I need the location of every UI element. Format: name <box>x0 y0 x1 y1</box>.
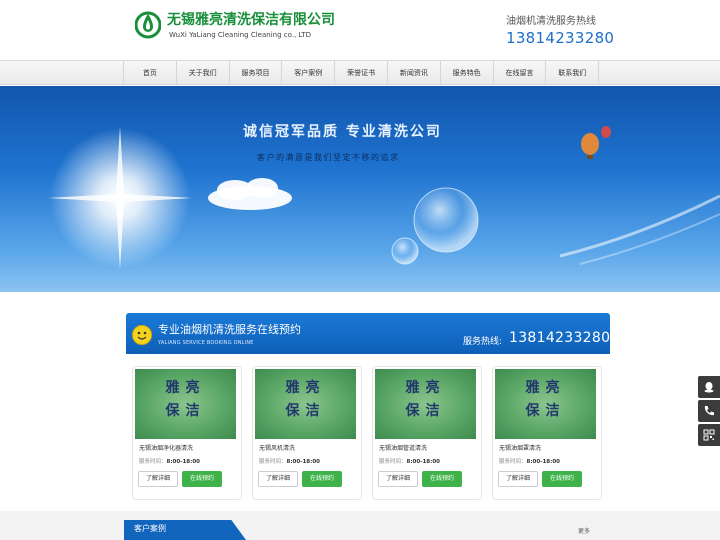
booking-section: 专业油烟机清洗服务在线预约 YALIANG SERVICE BOOKING ON… <box>126 313 610 513</box>
booking-tel-label: 服务热线: <box>463 337 503 347</box>
service-time-value: 8:00-18:00 <box>286 459 320 465</box>
service-time: 服务时间：8:00-18:00 <box>139 457 200 465</box>
book-online-button[interactable]: 在线预约 <box>302 471 342 487</box>
booking-title: 专业油烟机清洗服务在线预约 <box>158 323 301 336</box>
service-card: 雅亮 保洁 无锡油烟管道清洗 服务时间：8:00-18:00 了解详细 在线预约 <box>372 366 482 500</box>
company-name-cn: 无锡雅亮清洗保洁有限公司 <box>167 11 335 28</box>
smiley-icon <box>132 325 152 345</box>
logo[interactable]: 无锡雅亮清洗保洁有限公司 WuXi YaLiang Cleaning Clean… <box>135 10 335 40</box>
details-button[interactable]: 了解详细 <box>138 471 178 487</box>
service-card: 雅亮 保洁 无锡风机清洗 服务时间：8:00-18:00 了解详细 在线预约 <box>252 366 362 500</box>
phone-icon[interactable] <box>698 400 720 422</box>
hotline-number[interactable]: 13814233280 <box>506 29 614 47</box>
card-image-text: 雅亮 <box>165 380 206 396</box>
service-card-list: 雅亮 保洁 无锡油烟净化器清洗 服务时间：8:00-18:00 了解详细 在线预… <box>132 366 604 500</box>
service-time-label: 服务时间： <box>259 459 287 465</box>
service-card-title[interactable]: 无锡油烟净化器清洗 <box>139 443 193 452</box>
logo-drop-icon <box>135 11 161 39</box>
service-time-label: 服务时间： <box>379 459 407 465</box>
service-time-value: 8:00-18:00 <box>406 459 440 465</box>
booking-subtitle-en: YALIANG SERVICE BOOKING ONLINE <box>158 340 254 346</box>
site-header: 无锡雅亮清洗保洁有限公司 WuXi YaLiang Cleaning Clean… <box>0 0 720 60</box>
book-online-button[interactable]: 在线预约 <box>542 471 582 487</box>
service-card-image[interactable]: 雅亮 保洁 <box>135 369 236 439</box>
card-image-text: 保洁 <box>525 403 566 419</box>
nav-item-features[interactable]: 服务特色 <box>441 61 494 85</box>
service-card-title[interactable]: 无锡油烟罩清洗 <box>499 443 541 452</box>
nav-item-message[interactable]: 在线留言 <box>494 61 547 85</box>
more-link[interactable]: 更多 <box>578 526 590 535</box>
book-online-button[interactable]: 在线预约 <box>182 471 222 487</box>
nav-item-cases[interactable]: 客户案例 <box>282 61 336 85</box>
card-image-text: 雅亮 <box>525 380 566 396</box>
service-time-value: 8:00-18:00 <box>166 459 200 465</box>
service-time: 服务时间：8:00-18:00 <box>499 457 560 465</box>
side-toolbar <box>698 376 720 448</box>
card-image-text: 雅亮 <box>285 380 326 396</box>
sun-rays <box>48 126 192 270</box>
header-hotline: 油烟机清洗服务热线 13814233280 <box>506 12 614 47</box>
bubble-large <box>413 187 479 253</box>
service-time: 服务时间：8:00-18:00 <box>259 457 320 465</box>
hotline-label: 油烟机清洗服务热线 <box>506 16 596 27</box>
service-time-value: 8:00-18:00 <box>526 459 560 465</box>
nav-item-services[interactable]: 服务项目 <box>230 61 283 85</box>
nav-item-contact[interactable]: 联系我们 <box>546 61 600 85</box>
banner-title: 诚信冠军品质 专业清洗公司 <box>243 124 442 140</box>
service-card-image[interactable]: 雅亮 保洁 <box>495 369 596 439</box>
banner-subtitle: 客户的满意是我们坚定不移的追求 <box>257 153 400 162</box>
nav-item-home[interactable]: 首页 <box>124 61 177 85</box>
service-card: 雅亮 保洁 无锡油烟罩清洗 服务时间：8:00-18:00 了解详细 在线预约 <box>492 366 602 500</box>
banner-sky-art <box>48 126 720 270</box>
main-nav: 首页 关于我们 服务项目 客户案例 荣誉证书 新闻资讯 服务特色 在线留言 联系… <box>0 60 720 85</box>
qq-icon[interactable] <box>698 376 720 398</box>
nav-item-about[interactable]: 关于我们 <box>177 61 230 85</box>
company-name-en: WuXi YaLiang Cleaning Cleaning co., LTD <box>169 30 312 39</box>
booking-tel-number[interactable]: 13814233280 <box>509 330 610 346</box>
book-online-button[interactable]: 在线预约 <box>422 471 462 487</box>
balloon-small-icon <box>601 126 611 138</box>
bubble-small <box>391 237 419 265</box>
service-time-label: 服务时间： <box>499 459 527 465</box>
service-card-image[interactable]: 雅亮 保洁 <box>375 369 476 439</box>
service-card-title[interactable]: 无锡风机清洗 <box>259 443 295 452</box>
service-time: 服务时间：8:00-18:00 <box>379 457 440 465</box>
service-card: 雅亮 保洁 无锡油烟净化器清洗 服务时间：8:00-18:00 了解详细 在线预… <box>132 366 242 500</box>
card-image-text: 保洁 <box>405 403 446 419</box>
card-image-text: 保洁 <box>165 403 206 419</box>
cases-title[interactable]: 客户案例 <box>134 523 166 534</box>
card-image-text: 保洁 <box>285 403 326 419</box>
service-card-title[interactable]: 无锡油烟管道清洗 <box>379 443 427 452</box>
cases-section: 客户案例 更多 <box>0 511 720 540</box>
details-button[interactable]: 了解详细 <box>378 471 418 487</box>
details-button[interactable]: 了解详细 <box>498 471 538 487</box>
balloon-icon <box>581 133 599 155</box>
service-time-label: 服务时间： <box>139 459 167 465</box>
hero-banner: 诚信冠军品质 专业清洗公司 客户的满意是我们坚定不移的追求 <box>0 86 720 292</box>
booking-header: 专业油烟机清洗服务在线预约 YALIANG SERVICE BOOKING ON… <box>126 313 610 354</box>
nav-item-honors[interactable]: 荣誉证书 <box>335 61 388 85</box>
nav-item-news[interactable]: 新闻资讯 <box>388 61 441 85</box>
service-card-image[interactable]: 雅亮 保洁 <box>255 369 356 439</box>
details-button[interactable]: 了解详细 <box>258 471 298 487</box>
qrcode-icon[interactable] <box>698 424 720 446</box>
card-image-text: 雅亮 <box>405 380 446 396</box>
